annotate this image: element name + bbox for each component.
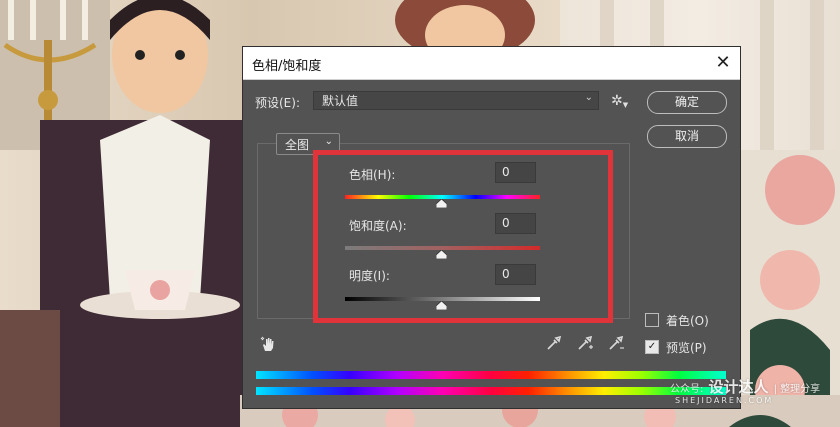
dialog-title: 色相/饱和度 xyxy=(252,59,322,74)
preset-label: 预设(E): xyxy=(255,96,300,110)
dialog-titlebar[interactable]: 色相/饱和度 ✕ xyxy=(243,47,740,80)
chevron-down-icon: ⌄ xyxy=(324,136,333,147)
triangle-down-icon: ▼ xyxy=(622,101,629,109)
gear-icon[interactable]: ✲▼ xyxy=(611,93,628,109)
chevron-down-icon: ⌄ xyxy=(584,92,593,103)
watermark-prefix: 公众号: xyxy=(670,384,704,395)
hue-saturation-dialog: 色相/饱和度 ✕ 预设(E): 默认值 ⌄ ✲▼ 确定 取消 全图 ⌄ 色相(H… xyxy=(243,47,740,408)
watermark-url: SHEJIDAREN.COM xyxy=(675,396,774,405)
input-color-spectrum xyxy=(256,371,726,379)
ok-button[interactable]: 确定 xyxy=(647,91,727,114)
watermark: 公众号: 设计达人 | 整理分享 SHEJIDAREN.COM xyxy=(670,376,821,405)
eyedropper-icon[interactable] xyxy=(545,334,563,352)
preview-checkbox[interactable]: ✓ xyxy=(645,340,659,354)
preset-dropdown[interactable]: 默认值 ⌄ xyxy=(313,91,599,110)
eyedropper-add-icon[interactable] xyxy=(576,334,594,352)
preset-value: 默认值 xyxy=(322,94,359,108)
preview-label: 预览(P) xyxy=(666,341,707,355)
output-color-spectrum xyxy=(256,387,726,395)
range-value: 全图 xyxy=(285,138,310,152)
watermark-suffix: | 整理分享 xyxy=(773,384,821,395)
close-icon[interactable]: ✕ xyxy=(712,52,734,74)
woman-figure-illustration xyxy=(40,0,250,427)
background-table xyxy=(0,310,60,427)
watermark-brand: 设计达人 xyxy=(708,378,769,396)
highlight-box xyxy=(313,150,613,323)
hand-scrubby-icon[interactable] xyxy=(260,336,276,352)
cancel-button[interactable]: 取消 xyxy=(647,125,727,148)
colorize-checkbox[interactable] xyxy=(645,313,659,327)
colorize-label: 着色(O) xyxy=(666,314,709,328)
eyedropper-subtract-icon[interactable] xyxy=(607,334,625,352)
